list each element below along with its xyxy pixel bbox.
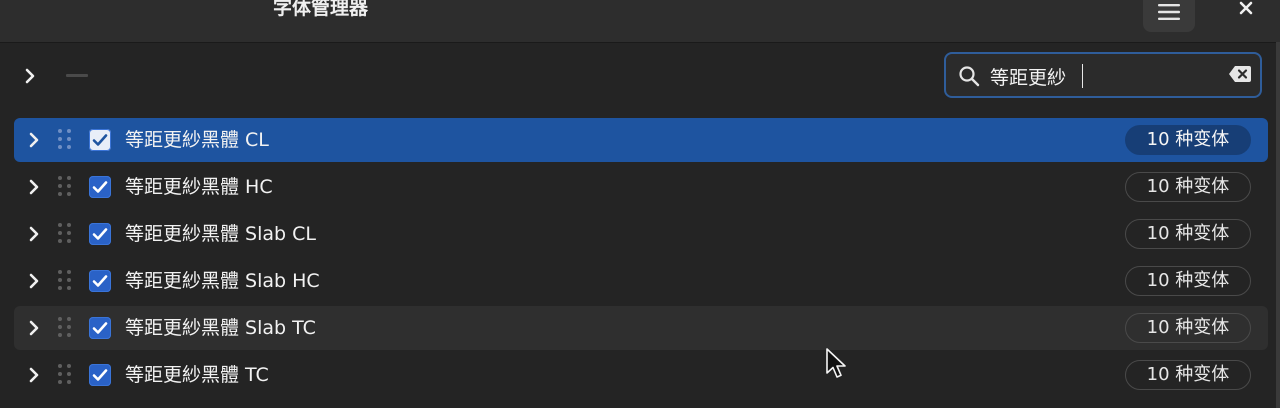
variant-count-badge: 10 种变体 <box>1125 125 1251 155</box>
row-expand-button[interactable] <box>22 269 46 293</box>
search-input[interactable] <box>990 62 1210 90</box>
font-family-row[interactable]: 等距更紗黑體 HC 10 种变体 <box>14 165 1268 209</box>
checkmark-icon <box>92 369 108 381</box>
chevron-right-icon <box>25 68 35 84</box>
search-box[interactable] <box>944 52 1262 98</box>
checkmark-icon <box>92 134 108 146</box>
enable-checkbox[interactable] <box>89 129 111 151</box>
font-family-row[interactable]: 等距更紗黑體 Slab CL 10 种变体 <box>14 212 1268 256</box>
drag-handle-icon[interactable] <box>58 222 72 247</box>
font-manager-window: 字体管理器 等距更紗 等距更紗黑體 CL 10 种变体 等距更紗黑體 HC 10… <box>0 0 1280 408</box>
minus-icon <box>66 74 88 77</box>
drag-handle-icon[interactable] <box>58 269 72 294</box>
font-family-row[interactable]: 等距更紗黑體 TC 10 种变体 <box>14 353 1268 397</box>
chevron-right-icon <box>29 320 39 336</box>
variant-count-badge: 10 种变体 <box>1125 172 1251 202</box>
text-caret <box>1082 64 1083 88</box>
chevron-right-icon <box>29 367 39 383</box>
enable-checkbox[interactable] <box>89 317 111 339</box>
drag-handle-icon[interactable] <box>58 175 72 200</box>
variant-count-badge: 10 种变体 <box>1125 360 1251 390</box>
font-family-row[interactable]: 等距更紗黑體 Slab HC 10 种变体 <box>14 259 1268 303</box>
search-icon <box>959 66 980 87</box>
checkmark-icon <box>92 322 108 334</box>
row-expand-button[interactable] <box>22 128 46 152</box>
checkmark-icon <box>92 275 108 287</box>
font-family-list: 等距更紗黑體 CL 10 种变体 等距更紗黑體 HC 10 种变体 等距更紗黑體 Sla… <box>14 118 1268 400</box>
hamburger-menu-icon <box>1158 4 1180 20</box>
chevron-right-icon <box>29 132 39 148</box>
font-family-name: 等距更紗黑體 Slab HC <box>125 270 320 292</box>
expand-all-button[interactable] <box>18 64 42 88</box>
row-expand-button[interactable] <box>22 363 46 387</box>
drag-handle-icon[interactable] <box>58 128 72 153</box>
chevron-right-icon <box>29 226 39 242</box>
checkmark-icon <box>92 228 108 240</box>
mouse-pointer-icon <box>826 348 846 378</box>
headerbar: 字体管理器 <box>0 0 1280 43</box>
enable-checkbox[interactable] <box>89 270 111 292</box>
variant-count-badge: 10 种变体 <box>1125 219 1251 249</box>
font-family-name: 等距更紗黑體 TC <box>125 364 269 386</box>
row-expand-button[interactable] <box>22 222 46 246</box>
drag-handle-icon[interactable] <box>58 363 72 388</box>
window-edge <box>1276 42 1280 408</box>
window-title: 字体管理器 <box>273 0 369 19</box>
close-icon <box>1239 1 1253 15</box>
font-family-row[interactable]: 等距更紗黑體 CL 10 种变体 <box>14 118 1268 162</box>
font-family-name: 等距更紗黑體 Slab CL <box>125 223 316 245</box>
backspace-clear-icon[interactable] <box>1228 65 1252 83</box>
font-family-name: 等距更紗黑體 HC <box>125 176 273 198</box>
chevron-right-icon <box>29 273 39 289</box>
variant-count-badge: 10 种变体 <box>1125 313 1251 343</box>
main-menu-button[interactable] <box>1143 0 1195 32</box>
enable-checkbox[interactable] <box>89 176 111 198</box>
font-family-name: 等距更紗黑體 CL <box>125 129 269 151</box>
enable-checkbox[interactable] <box>89 223 111 245</box>
enable-checkbox[interactable] <box>89 364 111 386</box>
remove-font-button[interactable] <box>62 64 92 88</box>
checkmark-icon <box>92 181 108 193</box>
row-expand-button[interactable] <box>22 175 46 199</box>
drag-handle-icon[interactable] <box>58 316 72 341</box>
chevron-right-icon <box>29 179 39 195</box>
close-button[interactable] <box>1228 0 1264 24</box>
variant-count-badge: 10 种变体 <box>1125 266 1251 296</box>
font-family-name: 等距更紗黑體 Slab TC <box>125 317 316 339</box>
font-family-row[interactable]: 等距更紗黑體 Slab TC 10 种变体 <box>14 306 1268 350</box>
row-expand-button[interactable] <box>22 316 46 340</box>
